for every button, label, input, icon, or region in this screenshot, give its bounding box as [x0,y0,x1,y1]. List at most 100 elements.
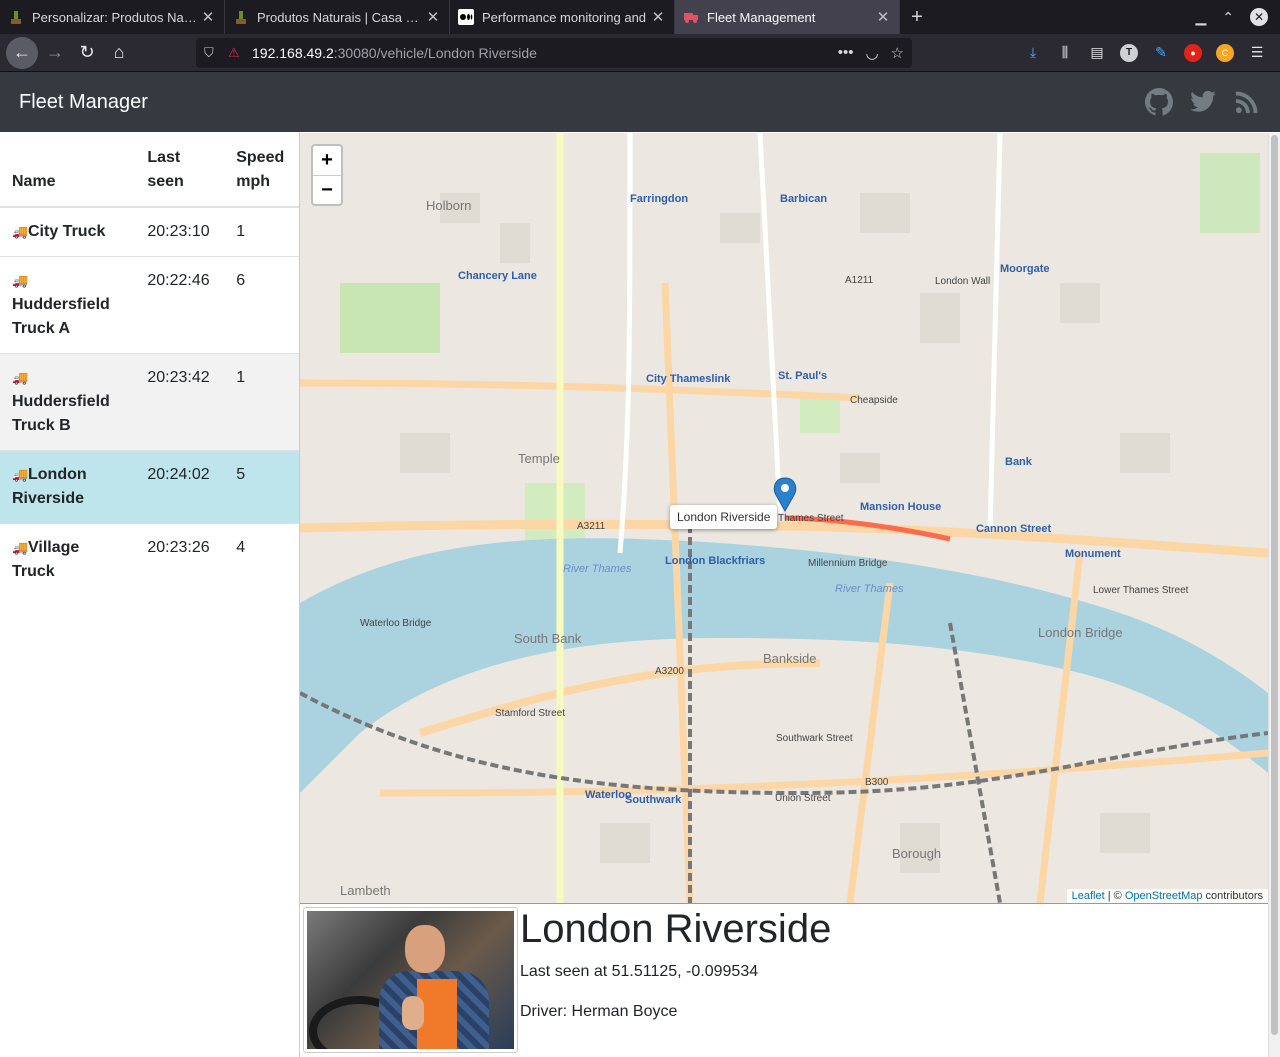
browser-tab[interactable]: Performance monitoring and ✕ [450,0,675,34]
leaflet-link[interactable]: Leaflet [1072,890,1105,902]
map-label: Lambeth [340,883,391,898]
page-scrollbar[interactable] [1268,133,1280,1057]
shield-icon[interactable]: ⛉ [204,45,220,61]
truck-icon: 🚚 [12,467,29,482]
browser-tabbar: Personalizar: Produtos Naturais ✕ Produt… [0,0,1280,34]
map-attribution: Leaflet | © OpenStreetMap contributors [1066,889,1268,903]
map-label: River Thames [563,563,632,575]
url-text[interactable]: 192.168.49.2:30080/vehicle/London Rivers… [252,45,838,61]
app-header: Fleet Manager [0,72,1280,132]
close-tab-icon[interactable]: ✕ [200,8,216,26]
table-row-selected[interactable]: 🚚London Riverside 20:24:02 5 [0,450,299,524]
map-label: City Thameslink [646,373,731,385]
driver-photo [303,907,518,1053]
zoom-control: + − [311,144,343,206]
maximize-icon[interactable]: ⌃ [1222,9,1234,26]
column-header-last-seen: Last seen [135,133,225,208]
vehicle-last-seen: 20:23:26 [135,523,225,596]
truck-favicon-icon [683,9,699,25]
map-label: Cannon Street [976,523,1052,535]
back-icon[interactable]: ← [6,36,38,69]
home-icon[interactable]: ⌂ [104,38,134,68]
vehicle-name[interactable]: Huddersfield Truck B [12,393,110,434]
map-label: Southwark Street [776,733,853,744]
map-label: South Bank [514,631,582,646]
map-label: Bankside [763,651,817,666]
truck-icon: 🚚 [12,540,29,555]
osm-link[interactable]: OpenStreetMap [1125,890,1203,902]
download-icon[interactable]: ⤓ [1024,44,1042,62]
map-label: Union Street [775,793,831,804]
truck-icon: 🚚 [12,370,29,385]
close-tab-icon[interactable]: ✕ [425,8,441,26]
tab-title: Personalizar: Produtos Naturais [32,9,200,25]
map-label: Borough [892,846,942,861]
table-row[interactable]: 🚚 Huddersfield Truck A 20:22:46 6 [0,256,299,354]
extension-tool-icon[interactable]: ✎ [1152,44,1170,62]
vehicle-name[interactable]: City Truck [28,223,105,240]
close-tab-icon[interactable]: ✕ [875,8,891,26]
vehicle-title: London Riverside [520,907,832,951]
map[interactable]: Holborn Farringdon Barbican Moorgate Cha… [300,133,1268,904]
map-label: Chancery Lane [458,270,537,282]
browser-tab-active[interactable]: Fleet Management ✕ [675,0,900,34]
zoom-in-button[interactable]: + [313,146,341,175]
map-label: Monument [1065,548,1121,560]
vehicle-speed: 5 [224,450,299,524]
extension-t-icon[interactable]: T [1120,43,1138,62]
url-bar[interactable]: ⛉ ⚠ 192.168.49.2:30080/vehicle/London Ri… [196,37,912,68]
new-tab-icon[interactable]: + [900,0,934,34]
map-label: Southwark [625,794,682,806]
vehicle-location: Last seen at 51.51125, -0.099534 [520,963,759,980]
extension-orange-icon[interactable]: C [1216,43,1234,62]
minimize-icon[interactable]: ▁ [1195,9,1206,26]
sidebar-icon[interactable]: ▤ [1088,44,1106,62]
extension-red-icon[interactable]: ● [1184,43,1202,62]
reload-icon[interactable]: ↻ [72,38,102,68]
browser-tab[interactable]: Produtos Naturais | Casa Mis ✕ [225,0,450,34]
tab-title: Performance monitoring and [482,9,647,25]
vehicle-last-seen: 20:23:42 [135,353,225,451]
insecure-lock-icon[interactable]: ⚠ [228,45,244,61]
main-content: Name Last seen Speed mph 🚚City Truck 20:… [0,133,1268,1057]
map-label: St. Paul's [778,370,828,382]
column-header-name: Name [0,133,136,208]
zoom-out-button[interactable]: − [313,175,341,204]
table-row[interactable]: 🚚City Truck 20:23:10 1 [0,206,299,257]
close-tab-icon[interactable]: ✕ [650,8,666,26]
table-row[interactable]: 🚚 Huddersfield Truck B 20:23:42 1 [0,353,299,451]
column-header-speed: Speed mph [224,133,299,208]
plant-favicon-icon [8,9,24,25]
menu-icon[interactable]: ☰ [1248,44,1266,62]
map-label: Farringdon [630,193,689,205]
map-label: A3200 [655,666,684,677]
vehicle-name[interactable]: Huddersfield Truck A [12,296,110,337]
map-label: Thames Street [778,513,844,524]
map-label: Cheapside [850,395,898,406]
twitter-icon[interactable] [1189,88,1217,116]
map-label: Temple [518,451,560,466]
map-label: Bank [1005,456,1032,468]
forward-icon[interactable]: → [40,38,70,68]
library-icon[interactable]: ⫼ [1056,44,1074,62]
close-window-icon[interactable]: ✕ [1250,8,1268,26]
truck-icon: 🚚 [12,224,29,239]
rss-icon[interactable] [1233,88,1261,116]
brand-title[interactable]: Fleet Manager [19,91,148,114]
vehicle-speed: 1 [224,206,299,257]
map-label: Mansion House [860,501,942,513]
pocket-icon[interactable]: ◡ [865,44,878,62]
map-label: Barbican [780,193,828,205]
bookmark-star-icon[interactable]: ☆ [891,44,904,62]
truck-icon: 🚚 [12,273,29,288]
page-actions-icon[interactable]: ••• [838,44,854,62]
github-icon[interactable] [1145,88,1173,116]
medium-favicon-icon [458,9,474,25]
tab-title: Produtos Naturais | Casa Mis [257,9,425,25]
vehicle-driver: Driver: Herman Boyce [520,1003,678,1020]
browser-tab[interactable]: Personalizar: Produtos Naturais ✕ [0,0,225,34]
vehicle-speed: 4 [224,523,299,596]
table-row[interactable]: 🚚Village Truck 20:23:26 4 [0,523,299,596]
marker-tooltip: London Riverside [670,505,778,529]
vehicle-list: Name Last seen Speed mph 🚚City Truck 20:… [0,133,300,1057]
